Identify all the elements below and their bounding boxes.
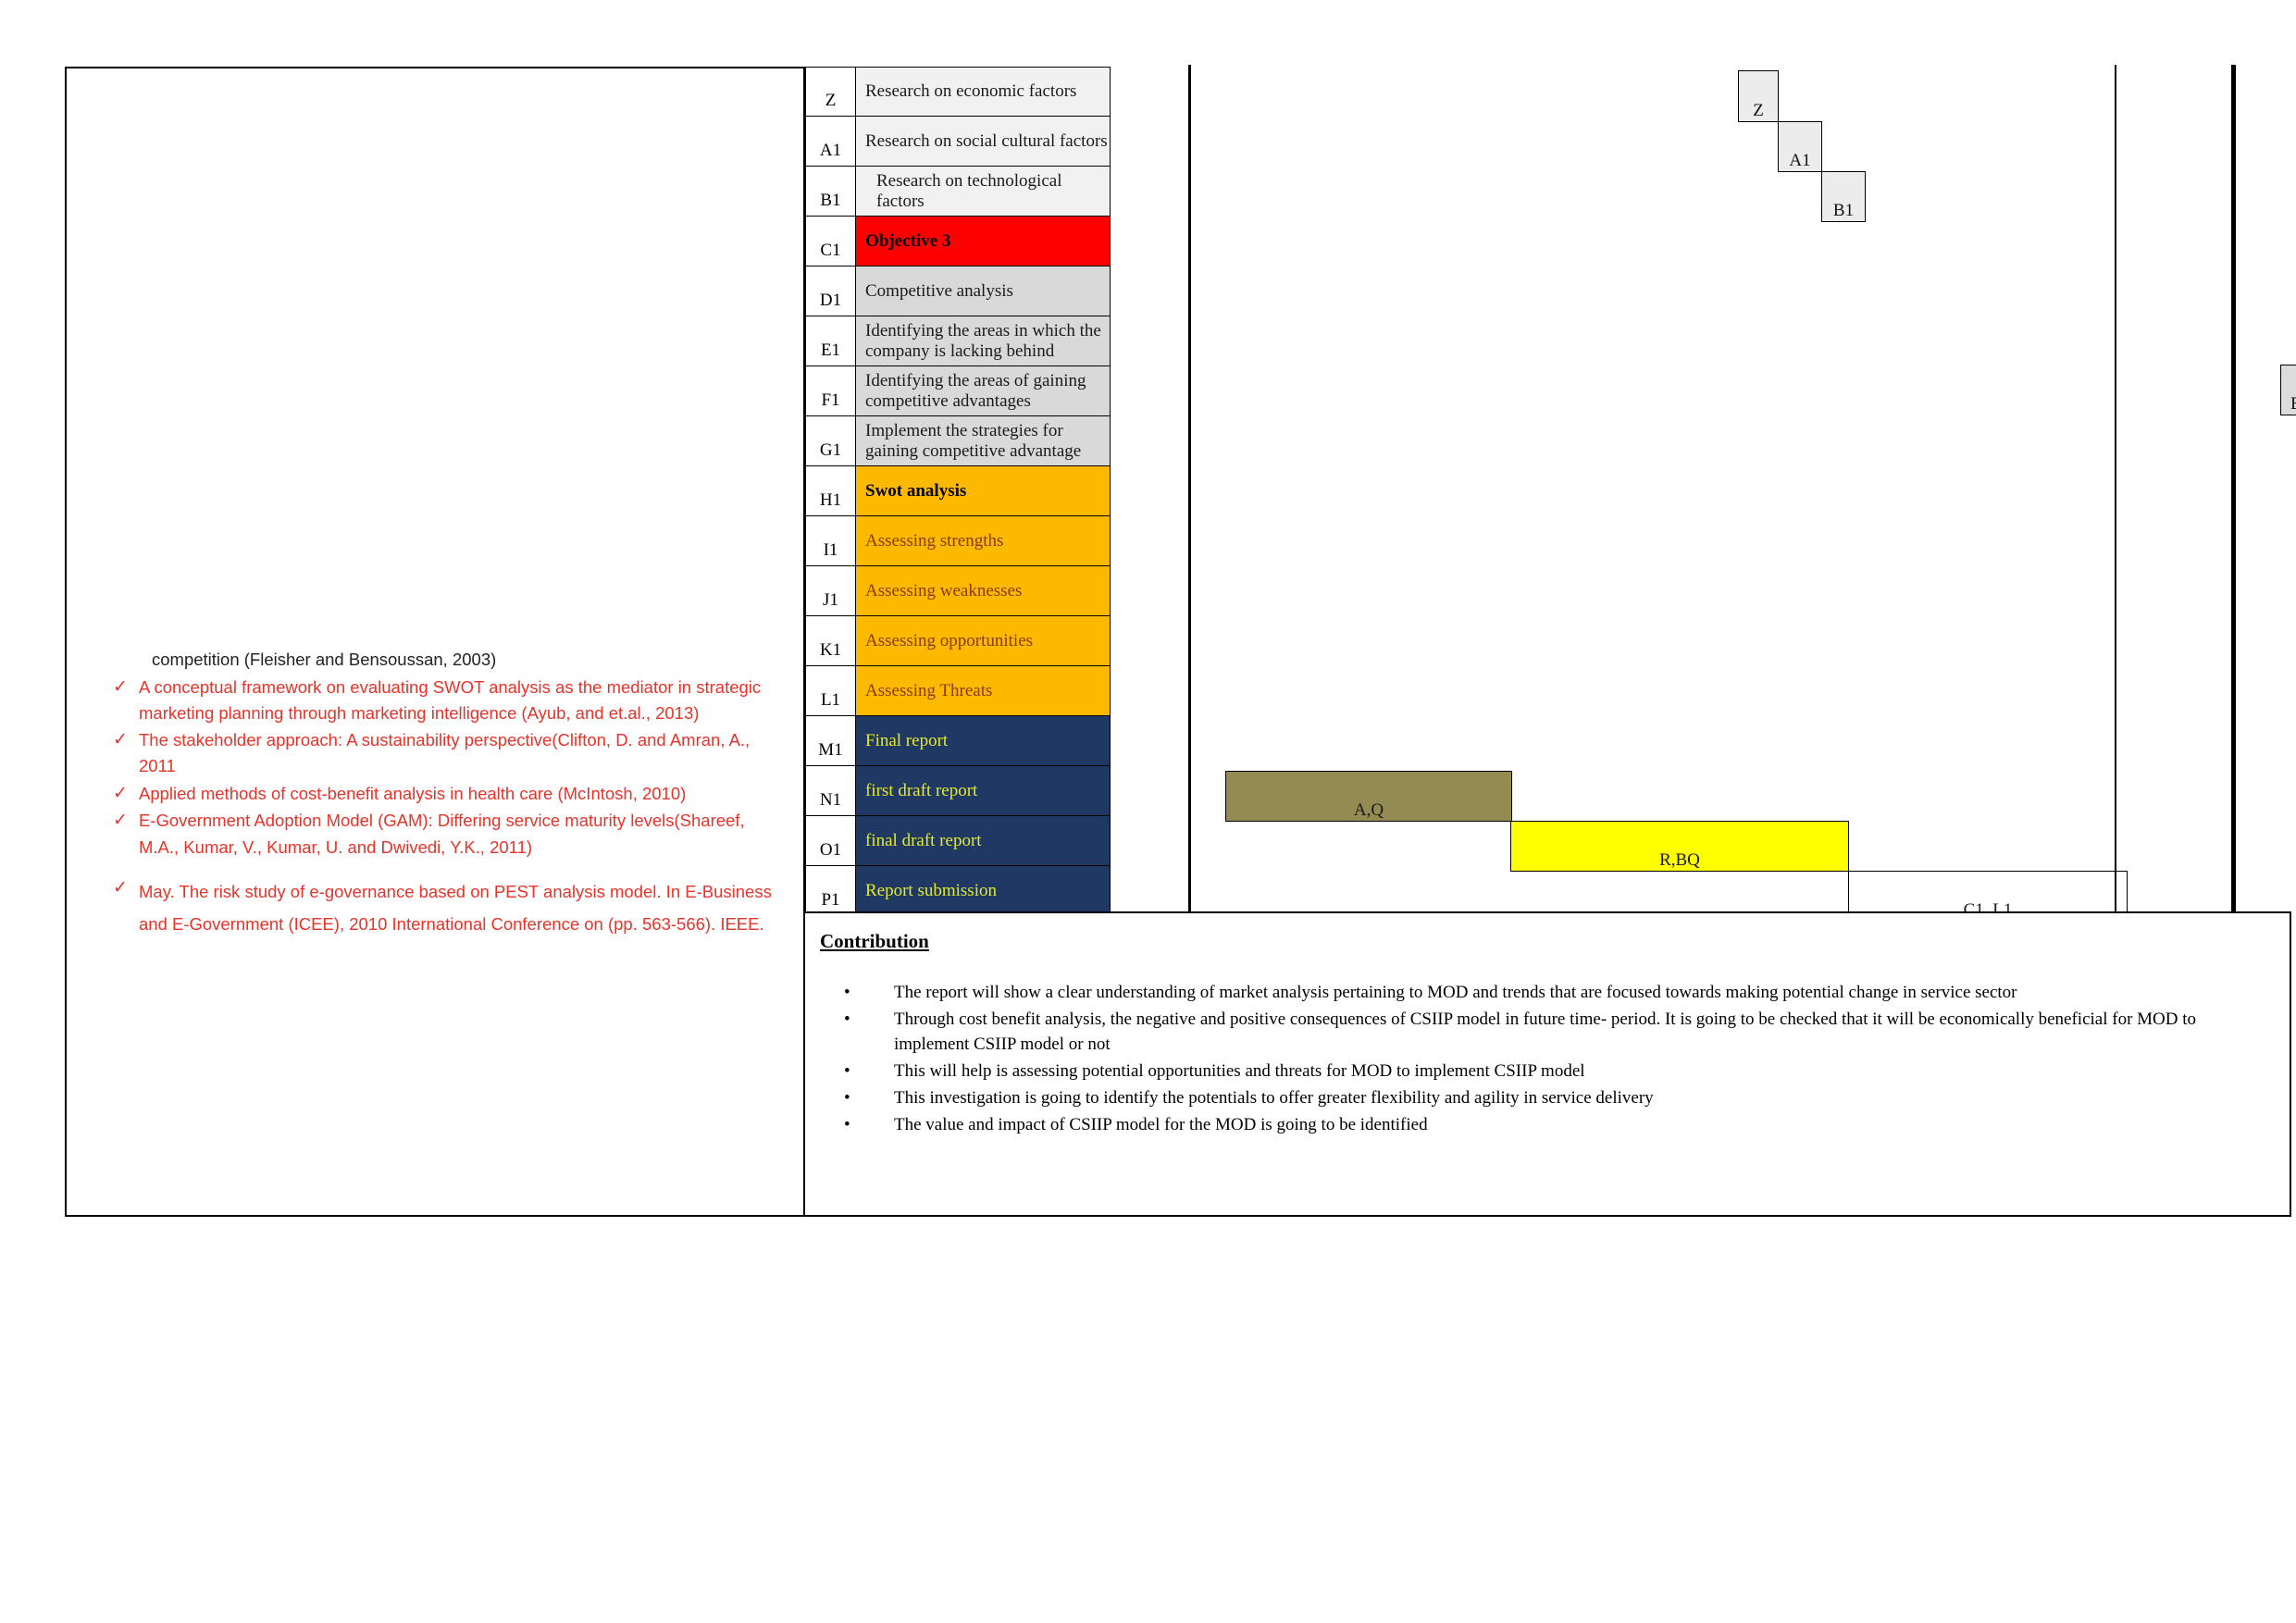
task-code: N1 bbox=[805, 766, 856, 815]
task-code: F1 bbox=[805, 366, 856, 415]
references-panel: competition (Fleisher and Bensoussan, 20… bbox=[65, 67, 805, 1217]
contribution-title: Contribution bbox=[820, 930, 929, 952]
check-icon: ✓ bbox=[113, 677, 128, 698]
contribution-text: Through cost benefit analysis, the negat… bbox=[894, 1009, 2197, 1055]
task-table: Z Research on economic factors A1 Research … bbox=[805, 67, 1111, 916]
reference-text: A conceptual framework on evaluating SWO… bbox=[139, 677, 762, 724]
table-row: J1 Assessing weaknesses bbox=[805, 566, 1111, 616]
table-row: F1 Identifying the areas of gaining compe… bbox=[805, 366, 1111, 416]
task-code: E1 bbox=[805, 316, 856, 365]
task-code: K1 bbox=[805, 616, 856, 665]
list-item: • This investigation is going to identify… bbox=[838, 1085, 2268, 1111]
table-row: G1 Implement the strategies for gaining c… bbox=[805, 416, 1111, 466]
gantt-bar: A1 bbox=[1778, 121, 1822, 172]
task-code: J1 bbox=[805, 566, 856, 615]
table-row: D1 Competitive analysis bbox=[805, 266, 1111, 316]
task-name: final draft report bbox=[856, 816, 1111, 865]
task-name: Identifying the areas in which the compa… bbox=[856, 316, 1111, 365]
bullet-icon: • bbox=[844, 1087, 850, 1108]
check-icon: ✓ bbox=[113, 783, 128, 803]
list-item: ✓ Applied methods of cost-benefit analys… bbox=[113, 781, 775, 808]
bullet-icon: • bbox=[844, 1061, 850, 1082]
gantt-bar: B1 bbox=[1821, 171, 1866, 222]
table-row: B1 Research on technological factors bbox=[805, 167, 1111, 217]
gantt-bar: Z bbox=[1738, 70, 1779, 122]
table-row: N1 first draft report bbox=[805, 766, 1111, 816]
task-name: Final report bbox=[856, 716, 1111, 765]
task-code: Z bbox=[805, 68, 856, 116]
task-name: Swot analysis bbox=[856, 466, 1111, 515]
list-item: ✓ The stakeholder approach: A sustainabi… bbox=[113, 727, 775, 779]
list-item: • The value and impact of CSIIP model for… bbox=[838, 1112, 2268, 1138]
task-code: B1 bbox=[805, 167, 856, 216]
task-name: Research on economic factors bbox=[856, 68, 1111, 116]
task-code: M1 bbox=[805, 716, 856, 765]
list-item: • The report will show a clear understand… bbox=[838, 980, 2268, 1006]
list-item: • Through cost benefit analysis, the nega… bbox=[838, 1007, 2268, 1058]
task-name: Assessing weaknesses bbox=[856, 566, 1111, 615]
check-icon: ✓ bbox=[113, 811, 128, 831]
task-code: P1 bbox=[805, 866, 856, 915]
bullet-icon: • bbox=[844, 1114, 850, 1134]
table-row: K1 Assessing opportunities bbox=[805, 616, 1111, 666]
gantt-chart: ZA1B1D1E1F1G1H1I1J1K1L1A,QR,BQC1, L1 bbox=[1188, 65, 2296, 922]
reference-text: May. The risk study of e-governance base… bbox=[139, 881, 772, 934]
bullet-icon: • bbox=[844, 983, 850, 1002]
reference-text: The stakeholder approach: A sustainabili… bbox=[139, 730, 751, 776]
contribution-text: The report will show a clear understandi… bbox=[894, 983, 2017, 1002]
list-item: ✓ A conceptual framework on evaluating S… bbox=[113, 675, 775, 726]
list-item: • This will help is assessing potential o… bbox=[838, 1059, 2268, 1084]
list-item: ✓ May. The risk study of e-governance ba… bbox=[113, 875, 775, 940]
task-code: G1 bbox=[805, 416, 856, 465]
bullet-icon: • bbox=[844, 1009, 850, 1029]
task-code: I1 bbox=[805, 516, 856, 565]
task-name: Research on technological factors bbox=[856, 167, 1111, 216]
check-icon: ✓ bbox=[113, 730, 128, 750]
contribution-panel: Contribution • The report will show a cle… bbox=[803, 911, 2291, 1217]
task-code: A1 bbox=[805, 117, 856, 166]
check-icon: ✓ bbox=[113, 877, 128, 898]
table-row: A1 Research on social cultural factors bbox=[805, 117, 1111, 167]
contribution-text: This will help is assessing potential op… bbox=[894, 1061, 1585, 1082]
table-row: C1 Objective 3 bbox=[805, 217, 1111, 266]
task-code: L1 bbox=[805, 666, 856, 715]
reference-list: competition (Fleisher and Bensoussan, 20… bbox=[113, 647, 775, 941]
task-name: Assessing strengths bbox=[856, 516, 1111, 565]
task-code: C1 bbox=[805, 217, 856, 266]
contribution-text: This investigation is going to identify … bbox=[894, 1087, 1654, 1108]
task-name: Objective 3 bbox=[856, 217, 1111, 266]
gantt-bar: E1 bbox=[2280, 365, 2296, 415]
table-row: L1 Assessing Threats bbox=[805, 666, 1111, 716]
task-code: H1 bbox=[805, 466, 856, 515]
task-code: D1 bbox=[805, 266, 856, 316]
gantt-mid-divider bbox=[2115, 65, 2117, 916]
table-row: I1 Assessing strengths bbox=[805, 516, 1111, 566]
task-name: Identifying the areas of gaining competi… bbox=[856, 366, 1111, 415]
gantt-bar: R,BQ bbox=[1510, 821, 1849, 872]
task-name: Implement the strategies for gaining com… bbox=[856, 416, 1111, 465]
reference-lead-line: competition (Fleisher and Bensoussan, 20… bbox=[152, 650, 497, 669]
task-name: Report submission bbox=[856, 866, 1111, 915]
task-code: O1 bbox=[805, 816, 856, 865]
task-name: Research on social cultural factors bbox=[856, 117, 1111, 166]
table-row: O1 final draft report bbox=[805, 816, 1111, 866]
gantt-right-divider bbox=[2231, 65, 2236, 921]
table-row: H1 Swot analysis bbox=[805, 466, 1111, 516]
reference-text: E-Government Adoption Model (GAM): Diffe… bbox=[139, 811, 745, 857]
list-item: ✓ E-Government Adoption Model (GAM): Dif… bbox=[113, 808, 775, 860]
gantt-bar: A,Q bbox=[1225, 771, 1512, 822]
task-name: first draft report bbox=[856, 766, 1111, 815]
task-name: Assessing opportunities bbox=[856, 616, 1111, 665]
task-name: Competitive analysis bbox=[856, 266, 1111, 316]
table-row: E1 Identifying the areas in which the com… bbox=[805, 316, 1111, 366]
task-name: Assessing Threats bbox=[856, 666, 1111, 715]
table-row: P1 Report submission bbox=[805, 866, 1111, 916]
contribution-text: The value and impact of CSIIP model for … bbox=[894, 1114, 1428, 1134]
table-row: Z Research on economic factors bbox=[805, 67, 1111, 117]
reference-text: Applied methods of cost-benefit analysis… bbox=[139, 783, 687, 803]
contribution-list: • The report will show a clear understand… bbox=[838, 980, 2268, 1138]
table-row: M1 Final report bbox=[805, 716, 1111, 766]
